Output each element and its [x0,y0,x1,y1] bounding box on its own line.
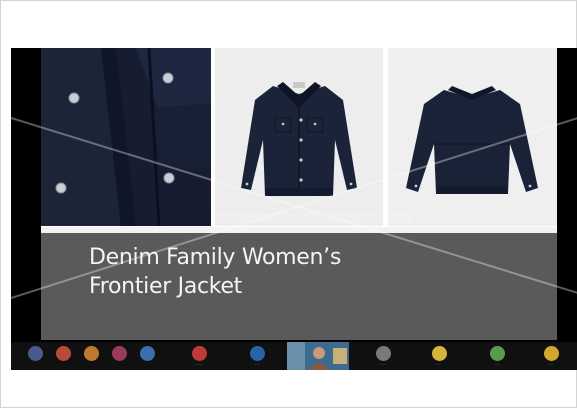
shared-screen-area[interactable]: Denim Family Women’s Frontier Jacket [11,48,577,342]
participant-tile[interactable]: ····· [237,342,277,370]
participant-tile[interactable] [53,342,73,370]
participant-video [287,342,349,370]
avatar [111,346,127,361]
avatar [139,346,155,361]
participant-name: ····· [436,363,442,367]
participant-tile[interactable]: ····· [419,342,459,370]
slide-title-line-2: Frontier Jacket [89,274,243,299]
avatar [27,346,43,361]
participant-name: ······· [195,363,203,367]
avatar [431,346,447,361]
slide-title-line-1: Denim Family Women’s [89,245,342,270]
jacket-back-photo [388,48,557,226]
meeting-window: Denim Family Women’s Frontier Jacket ···… [0,0,577,408]
participant-tile[interactable] [137,342,157,370]
avatar [543,346,559,361]
avatar [83,346,99,361]
participant-tile[interactable]: ······· [179,342,219,370]
participant-name: ····· [254,363,260,367]
avatar [249,346,265,361]
participant-name: ····· [380,363,386,367]
presentation-slide: Denim Family Women’s Frontier Jacket [41,48,557,340]
participant-tile[interactable] [81,342,101,370]
participant-tile[interactable] [25,342,45,370]
participant-tile[interactable]: ····· [531,342,571,370]
avatar [55,346,71,361]
participant-video-tile[interactable] [287,342,349,370]
participant-tile[interactable]: ····· [477,342,517,370]
avatar [191,346,207,361]
slide-title: Denim Family Women’s Frontier Jacket [89,243,469,301]
participant-tile[interactable]: ····· [363,342,403,370]
jacket-closeup-photo [41,48,211,226]
participant-name: ····· [548,363,554,367]
participant-strip: ······· ····· ····· ····· ····· ····· [11,342,577,370]
jacket-front-photo [215,48,383,226]
avatar [375,346,391,361]
avatar [489,346,505,361]
participant-tile[interactable] [109,342,129,370]
participant-name: ····· [494,363,500,367]
